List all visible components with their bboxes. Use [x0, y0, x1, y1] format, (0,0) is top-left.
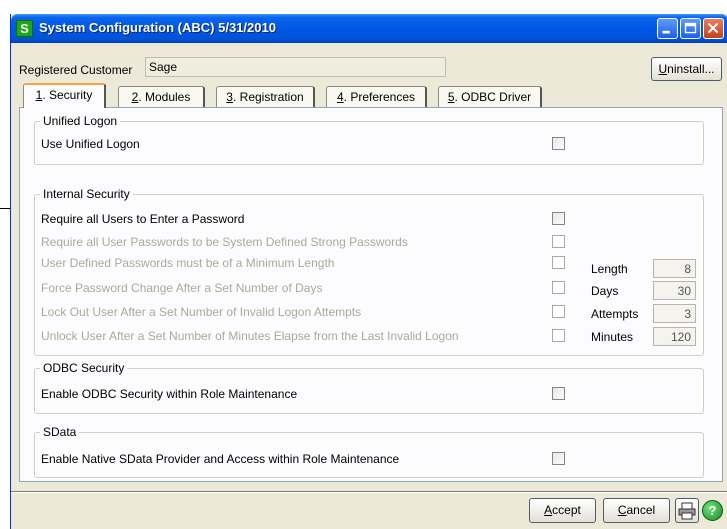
sdata-title: SData [40, 425, 80, 439]
close-icon [707, 22, 719, 34]
maximize-icon [684, 22, 697, 34]
attempts-field[interactable]: 3 [653, 304, 696, 323]
internal-security-title: Internal Security [40, 187, 133, 201]
unified-logon-title: Unified Logon [40, 114, 121, 128]
unified-logon-group: Unified Logon Use Unified Logon [34, 114, 704, 165]
unlock-label: Unlock User After a Set Number of Minute… [41, 329, 459, 343]
odbc-security-group: ODBC Security Enable ODBC Security withi… [34, 361, 704, 414]
strong-passwords-label: Require all User Passwords to be System … [41, 235, 408, 249]
unlock-checkbox[interactable] [552, 329, 565, 342]
use-unified-logon-label: Use Unified Logon [41, 137, 140, 151]
require-password-checkbox[interactable] [552, 212, 565, 225]
length-field[interactable]: 8 [653, 259, 696, 278]
maximize-button[interactable] [680, 18, 701, 39]
uninstall-label: ninstall... [667, 62, 715, 76]
require-password-label: Require all Users to Enter a Password [41, 212, 245, 226]
enable-odbc-security-checkbox[interactable] [552, 387, 565, 400]
minutes-field[interactable]: 120 [653, 327, 696, 346]
registered-customer-label: Registered Customer [19, 63, 133, 77]
tab-modules[interactable]: 2. Modules [118, 86, 205, 107]
footer-separator [11, 491, 727, 493]
system-configuration-window: S System Configuration (ABC) 5/31/2010 R… [10, 14, 727, 529]
title-bar[interactable]: S System Configuration (ABC) 5/31/2010 [11, 14, 727, 43]
uninstall-button[interactable]: Uninstall... [651, 57, 722, 81]
attempts-label: Attempts [591, 307, 639, 321]
tab-registration[interactable]: 3. Registration [216, 86, 315, 107]
close-button[interactable] [703, 18, 724, 39]
print-button[interactable] [675, 498, 699, 523]
window-title: System Configuration (ABC) 5/31/2010 [39, 20, 276, 35]
printer-icon [678, 502, 696, 520]
length-label: Length [591, 262, 628, 276]
odbc-security-title: ODBC Security [40, 361, 128, 375]
accept-button[interactable]: Accept [529, 498, 596, 523]
minimize-button[interactable] [657, 18, 678, 39]
minimize-icon [662, 30, 670, 34]
min-length-label: User Defined Passwords must be of a Mini… [41, 256, 335, 270]
min-length-checkbox[interactable] [552, 256, 565, 269]
sage-app-icon: S [16, 20, 33, 37]
days-field[interactable]: 30 [653, 281, 696, 300]
accept-label: ccept [552, 503, 581, 517]
cancel-button[interactable]: Cancel [603, 498, 670, 523]
tab-security[interactable]: 1. Security [23, 83, 106, 108]
enable-sdata-label: Enable Native SData Provider and Access … [41, 452, 400, 466]
lock-out-checkbox[interactable] [552, 305, 565, 318]
strong-passwords-checkbox[interactable] [552, 235, 565, 248]
help-icon[interactable]: ? [702, 500, 723, 521]
force-change-checkbox[interactable] [552, 281, 565, 294]
tab-odbc-driver[interactable]: 5. ODBC Driver [438, 86, 542, 107]
tab-preferences[interactable]: 4. Preferences [326, 86, 427, 107]
accept-accelerator: A [544, 503, 553, 517]
security-tab-panel: Unified Logon Use Unified Logon Internal… [19, 107, 723, 482]
sdata-group: SData Enable Native SData Provider and A… [34, 425, 704, 478]
uninstall-accelerator: U [658, 62, 668, 76]
enable-odbc-security-label: Enable ODBC Security within Role Mainten… [41, 387, 298, 401]
minutes-label: Minutes [591, 330, 634, 344]
days-label: Days [591, 284, 619, 298]
lock-out-label: Lock Out User After a Set Number of Inva… [41, 305, 362, 319]
registered-customer-field: Sage [145, 57, 446, 77]
use-unified-logon-checkbox[interactable] [552, 137, 565, 150]
enable-sdata-checkbox[interactable] [552, 452, 565, 465]
internal-security-group: Internal Security Require all Users to E… [34, 187, 704, 356]
force-change-label: Force Password Change After a Set Number… [41, 281, 323, 295]
cancel-label: ancel [626, 503, 656, 517]
